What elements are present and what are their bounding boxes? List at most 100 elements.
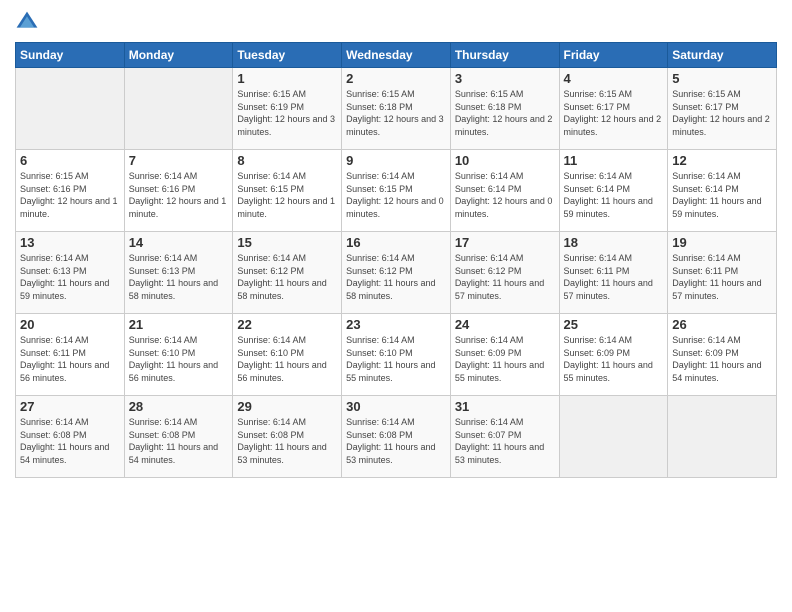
day-info: Sunrise: 6:14 AM Sunset: 6:15 PM Dayligh… (346, 170, 446, 220)
day-info: Sunrise: 6:14 AM Sunset: 6:14 PM Dayligh… (564, 170, 664, 220)
day-info: Sunrise: 6:14 AM Sunset: 6:11 PM Dayligh… (672, 252, 772, 302)
day-info: Sunrise: 6:14 AM Sunset: 6:08 PM Dayligh… (346, 416, 446, 466)
day-number: 14 (129, 235, 229, 250)
day-number: 18 (564, 235, 664, 250)
day-number: 5 (672, 71, 772, 86)
day-cell: 25 Sunrise: 6:14 AM Sunset: 6:09 PM Dayli… (559, 314, 668, 396)
day-number: 19 (672, 235, 772, 250)
day-cell (124, 68, 233, 150)
day-number: 2 (346, 71, 446, 86)
day-cell: 21Sunrise: 6:14 AM Sunset: 6:10 PM Dayli… (124, 314, 233, 396)
week-row-2: 6 Sunrise: 6:15 AM Sunset: 6:16 PM Daylig… (16, 150, 777, 232)
day-info: Sunrise: 6:15 AM Sunset: 6:18 PM Dayligh… (455, 88, 555, 138)
day-info: Sunrise: 6:15 AM Sunset: 6:16 PM Dayligh… (20, 170, 120, 220)
day-cell (559, 396, 668, 478)
day-info: Sunrise: 6:14 AM Sunset: 6:14 PM Dayligh… (672, 170, 772, 220)
day-info: Sunrise: 6:15 AM Sunset: 6:17 PM Dayligh… (672, 88, 772, 138)
day-number: 3 (455, 71, 555, 86)
day-cell: 20 Sunrise: 6:14 AM Sunset: 6:11 PM Dayli… (16, 314, 125, 396)
week-row-4: 20 Sunrise: 6:14 AM Sunset: 6:11 PM Dayli… (16, 314, 777, 396)
header-row: SundayMondayTuesdayWednesdayThursdayFrid… (16, 43, 777, 68)
header-cell-thursday: Thursday (450, 43, 559, 68)
day-info: Sunrise: 6:14 AM Sunset: 6:08 PM Dayligh… (237, 416, 337, 466)
day-cell: 22 Sunrise: 6:14 AM Sunset: 6:10 PM Dayli… (233, 314, 342, 396)
day-cell: 10 Sunrise: 6:14 AM Sunset: 6:14 PM Dayli… (450, 150, 559, 232)
day-cell: 30 Sunrise: 6:14 AM Sunset: 6:08 PM Dayli… (342, 396, 451, 478)
day-info: Sunrise: 6:14 AM Sunset: 6:13 PM Dayligh… (129, 252, 229, 302)
day-cell: 4 Sunrise: 6:15 AM Sunset: 6:17 PM Daylig… (559, 68, 668, 150)
day-number: 25 (564, 317, 664, 332)
day-cell: 14 Sunrise: 6:14 AM Sunset: 6:13 PM Dayli… (124, 232, 233, 314)
day-number: 20 (20, 317, 120, 332)
day-info: Sunrise: 6:14 AM Sunset: 6:12 PM Dayligh… (346, 252, 446, 302)
day-number: 23 (346, 317, 446, 332)
day-info: Sunrise: 6:14 AM Sunset: 6:08 PM Dayligh… (20, 416, 120, 466)
day-number: 29 (237, 399, 337, 414)
week-row-1: 1Sunrise: 6:15 AM Sunset: 6:19 PM Daylig… (16, 68, 777, 150)
header-cell-monday: Monday (124, 43, 233, 68)
day-number: 4 (564, 71, 664, 86)
day-cell: 8 Sunrise: 6:14 AM Sunset: 6:15 PM Daylig… (233, 150, 342, 232)
day-info: Sunrise: 6:14 AM Sunset: 6:09 PM Dayligh… (455, 334, 555, 384)
day-number: 30 (346, 399, 446, 414)
day-cell: 28 Sunrise: 6:14 AM Sunset: 6:08 PM Dayli… (124, 396, 233, 478)
day-number: 9 (346, 153, 446, 168)
logo-icon (15, 10, 39, 34)
day-info: Sunrise: 6:14 AM Sunset: 6:16 PM Dayligh… (129, 170, 229, 220)
week-row-5: 27 Sunrise: 6:14 AM Sunset: 6:08 PM Dayli… (16, 396, 777, 478)
day-number: 6 (20, 153, 120, 168)
day-cell: 23Sunrise: 6:14 AM Sunset: 6:10 PM Dayli… (342, 314, 451, 396)
day-number: 22 (237, 317, 337, 332)
day-info: Sunrise: 6:14 AM Sunset: 6:13 PM Dayligh… (20, 252, 120, 302)
header-cell-sunday: Sunday (16, 43, 125, 68)
day-cell: 12Sunrise: 6:14 AM Sunset: 6:14 PM Dayli… (668, 150, 777, 232)
header-cell-friday: Friday (559, 43, 668, 68)
day-number: 31 (455, 399, 555, 414)
day-cell: 7 Sunrise: 6:14 AM Sunset: 6:16 PM Daylig… (124, 150, 233, 232)
day-info: Sunrise: 6:14 AM Sunset: 6:10 PM Dayligh… (129, 334, 229, 384)
day-number: 10 (455, 153, 555, 168)
day-info: Sunrise: 6:15 AM Sunset: 6:17 PM Dayligh… (564, 88, 664, 138)
header-cell-tuesday: Tuesday (233, 43, 342, 68)
day-number: 17 (455, 235, 555, 250)
day-cell: 24 Sunrise: 6:14 AM Sunset: 6:09 PM Dayli… (450, 314, 559, 396)
day-cell: 6 Sunrise: 6:15 AM Sunset: 6:16 PM Daylig… (16, 150, 125, 232)
day-cell: 27 Sunrise: 6:14 AM Sunset: 6:08 PM Dayli… (16, 396, 125, 478)
header-cell-saturday: Saturday (668, 43, 777, 68)
calendar-table: SundayMondayTuesdayWednesdayThursdayFrid… (15, 42, 777, 478)
day-info: Sunrise: 6:14 AM Sunset: 6:10 PM Dayligh… (237, 334, 337, 384)
header-cell-wednesday: Wednesday (342, 43, 451, 68)
day-info: Sunrise: 6:14 AM Sunset: 6:14 PM Dayligh… (455, 170, 555, 220)
day-info: Sunrise: 6:14 AM Sunset: 6:12 PM Dayligh… (455, 252, 555, 302)
day-cell: 13 Sunrise: 6:14 AM Sunset: 6:13 PM Dayli… (16, 232, 125, 314)
day-cell: 15Sunrise: 6:14 AM Sunset: 6:12 PM Dayli… (233, 232, 342, 314)
day-number: 13 (20, 235, 120, 250)
day-info: Sunrise: 6:14 AM Sunset: 6:11 PM Dayligh… (20, 334, 120, 384)
day-cell: 19 Sunrise: 6:14 AM Sunset: 6:11 PM Dayli… (668, 232, 777, 314)
day-info: Sunrise: 6:14 AM Sunset: 6:08 PM Dayligh… (129, 416, 229, 466)
day-cell: 1Sunrise: 6:15 AM Sunset: 6:19 PM Daylig… (233, 68, 342, 150)
day-cell: 17 Sunrise: 6:14 AM Sunset: 6:12 PM Dayli… (450, 232, 559, 314)
day-number: 15 (237, 235, 337, 250)
day-cell: 3 Sunrise: 6:15 AM Sunset: 6:18 PM Daylig… (450, 68, 559, 150)
day-cell (16, 68, 125, 150)
day-cell: 26Sunrise: 6:14 AM Sunset: 6:09 PM Dayli… (668, 314, 777, 396)
page: SundayMondayTuesdayWednesdayThursdayFrid… (0, 0, 792, 612)
day-number: 8 (237, 153, 337, 168)
day-number: 7 (129, 153, 229, 168)
header (15, 10, 777, 34)
logo (15, 10, 43, 34)
day-info: Sunrise: 6:14 AM Sunset: 6:15 PM Dayligh… (237, 170, 337, 220)
day-info: Sunrise: 6:14 AM Sunset: 6:09 PM Dayligh… (564, 334, 664, 384)
day-number: 16 (346, 235, 446, 250)
day-cell: 5 Sunrise: 6:15 AM Sunset: 6:17 PM Daylig… (668, 68, 777, 150)
day-cell: 2Sunrise: 6:15 AM Sunset: 6:18 PM Daylig… (342, 68, 451, 150)
day-info: Sunrise: 6:14 AM Sunset: 6:11 PM Dayligh… (564, 252, 664, 302)
day-cell: 29 Sunrise: 6:14 AM Sunset: 6:08 PM Dayli… (233, 396, 342, 478)
day-number: 26 (672, 317, 772, 332)
day-number: 28 (129, 399, 229, 414)
day-number: 27 (20, 399, 120, 414)
day-cell: 31Sunrise: 6:14 AM Sunset: 6:07 PM Dayli… (450, 396, 559, 478)
day-number: 1 (237, 71, 337, 86)
day-number: 24 (455, 317, 555, 332)
